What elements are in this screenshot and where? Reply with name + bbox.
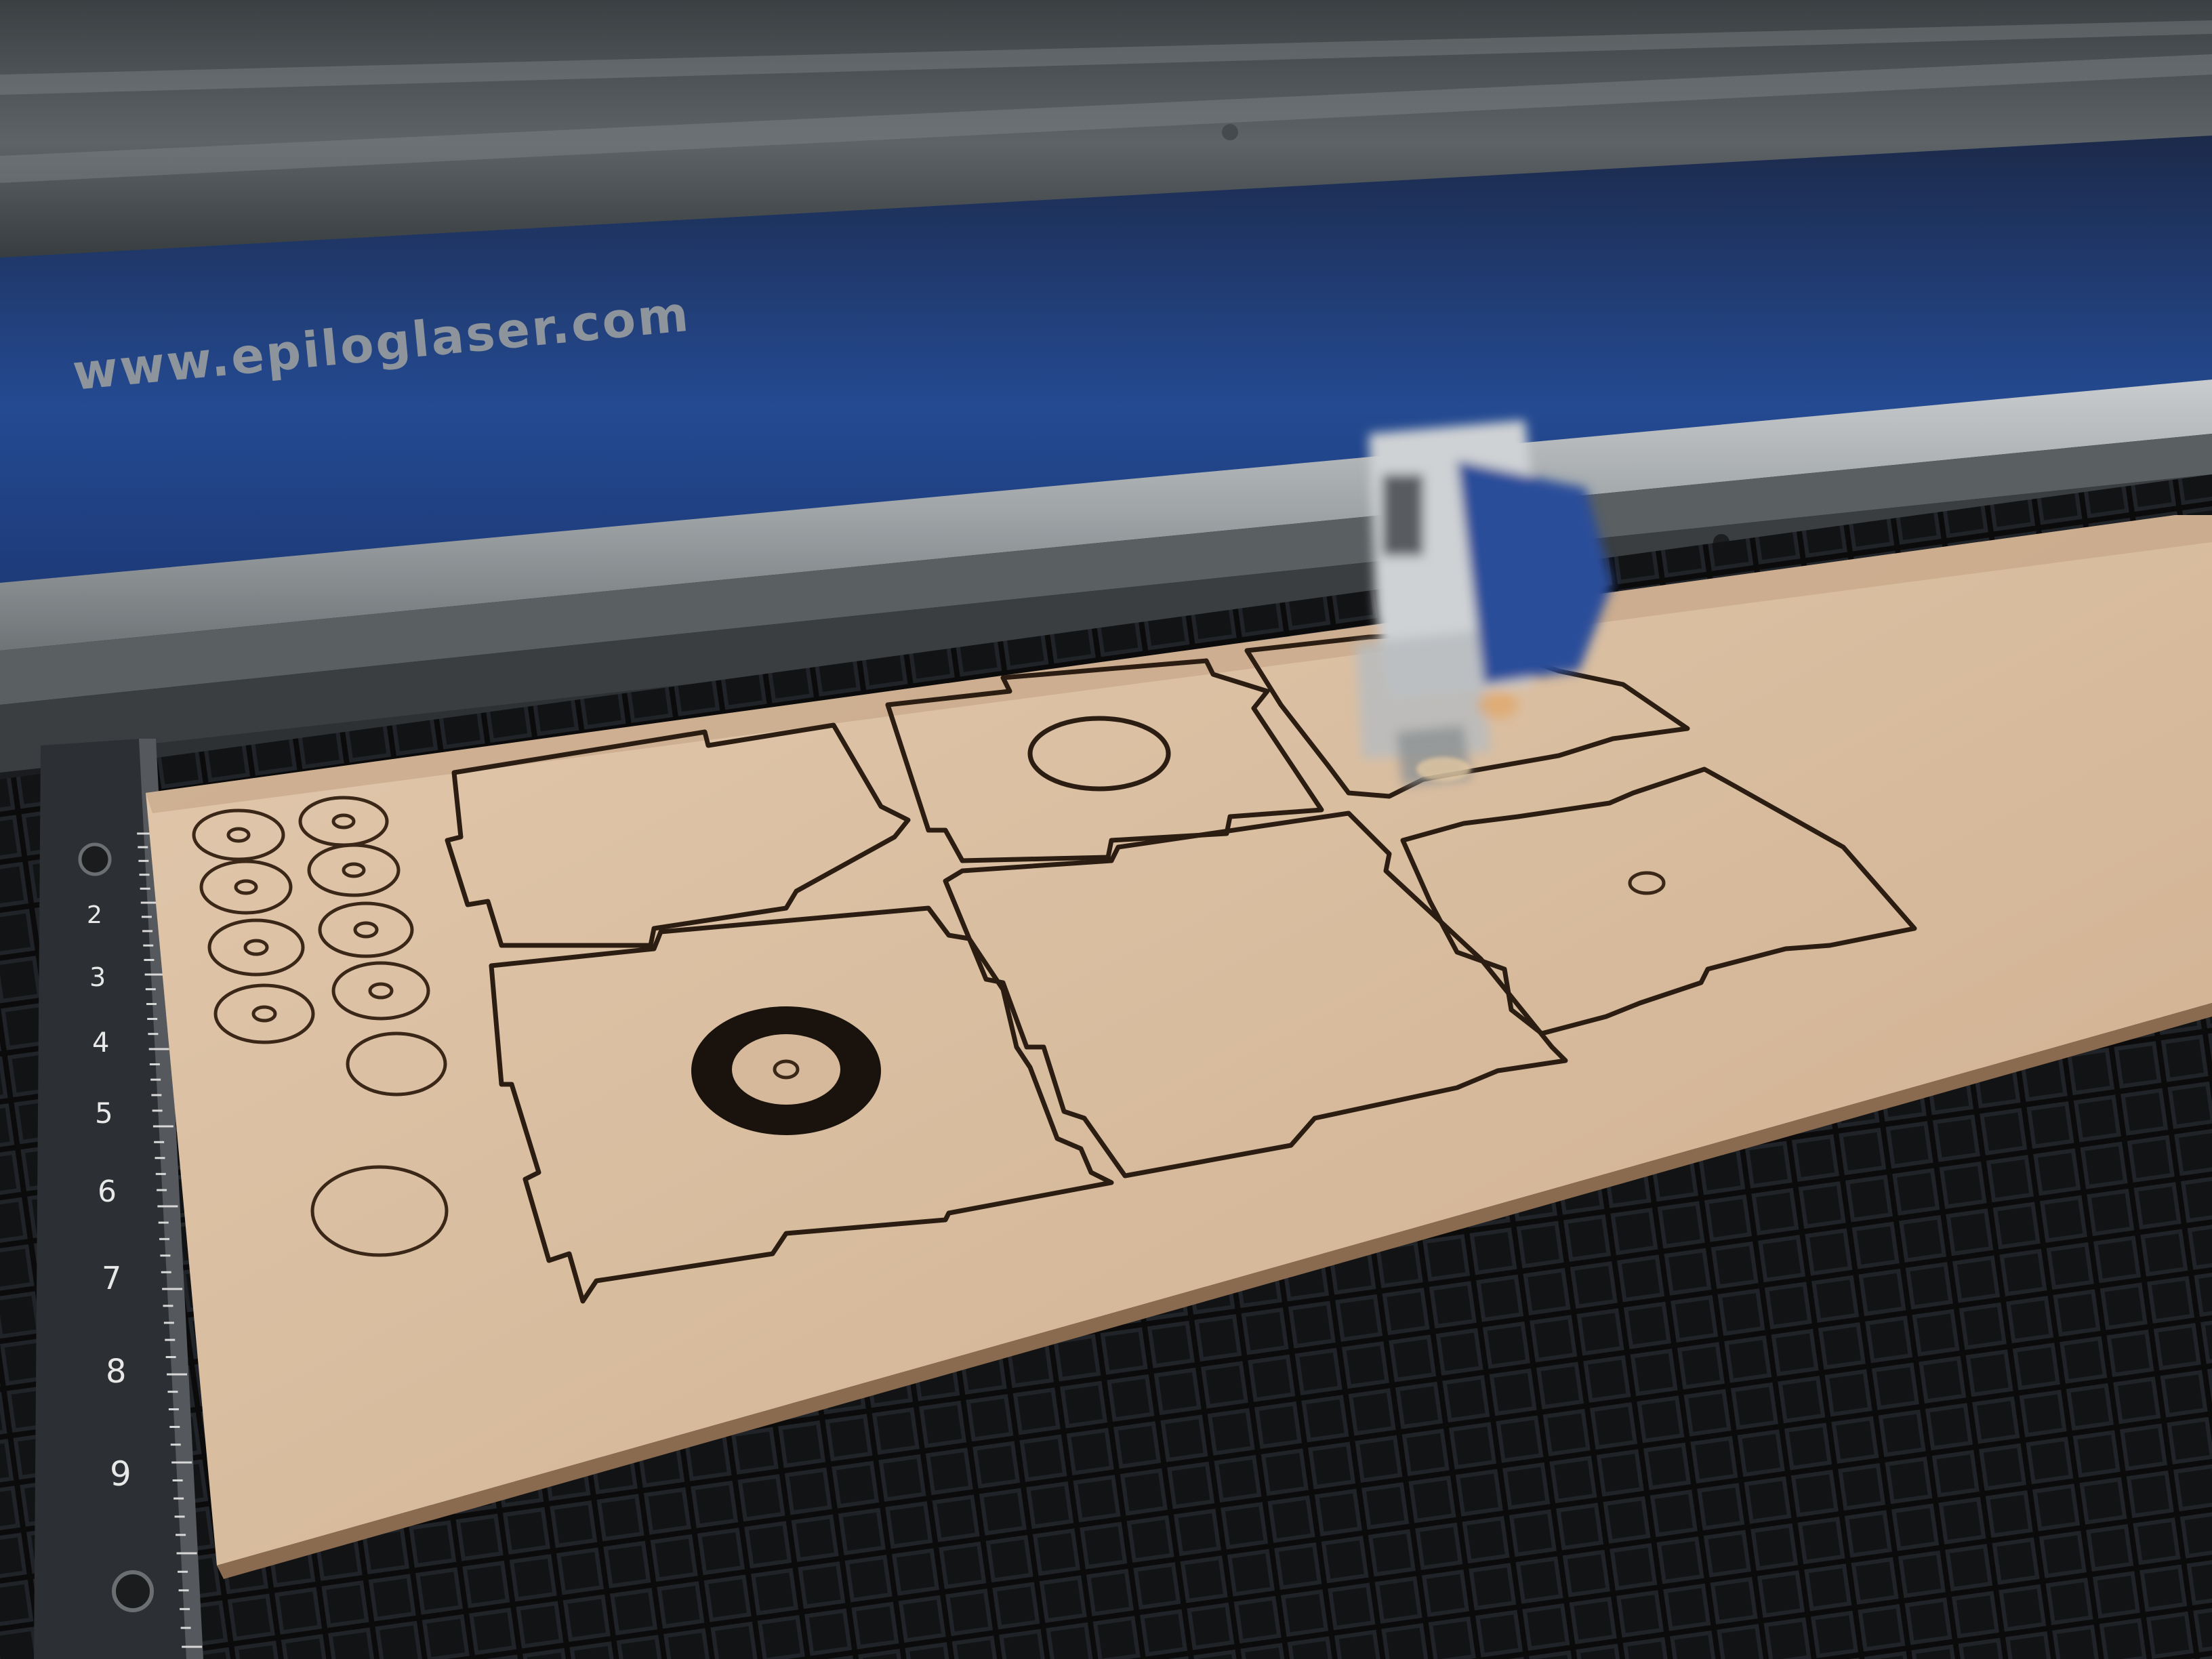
screw-icon	[78, 842, 112, 876]
ruler-label: 6	[98, 1174, 117, 1209]
ruler-label: 5	[95, 1097, 113, 1130]
ruler-label: 2	[87, 901, 102, 929]
ruler-label: 9	[110, 1454, 131, 1494]
ruler-label: 4	[92, 1027, 109, 1059]
ruler-label: 8	[106, 1353, 127, 1391]
laser-cutter-scene: www.epiloglaser.com 2 3 4 5 6 7 8 9	[0, 0, 2212, 1659]
laser-spot	[1416, 757, 1471, 781]
screw-icon	[112, 1570, 154, 1612]
ruler-label: 7	[102, 1260, 121, 1296]
screw-icon	[1222, 124, 1238, 140]
ruler-label: 3	[89, 962, 106, 992]
